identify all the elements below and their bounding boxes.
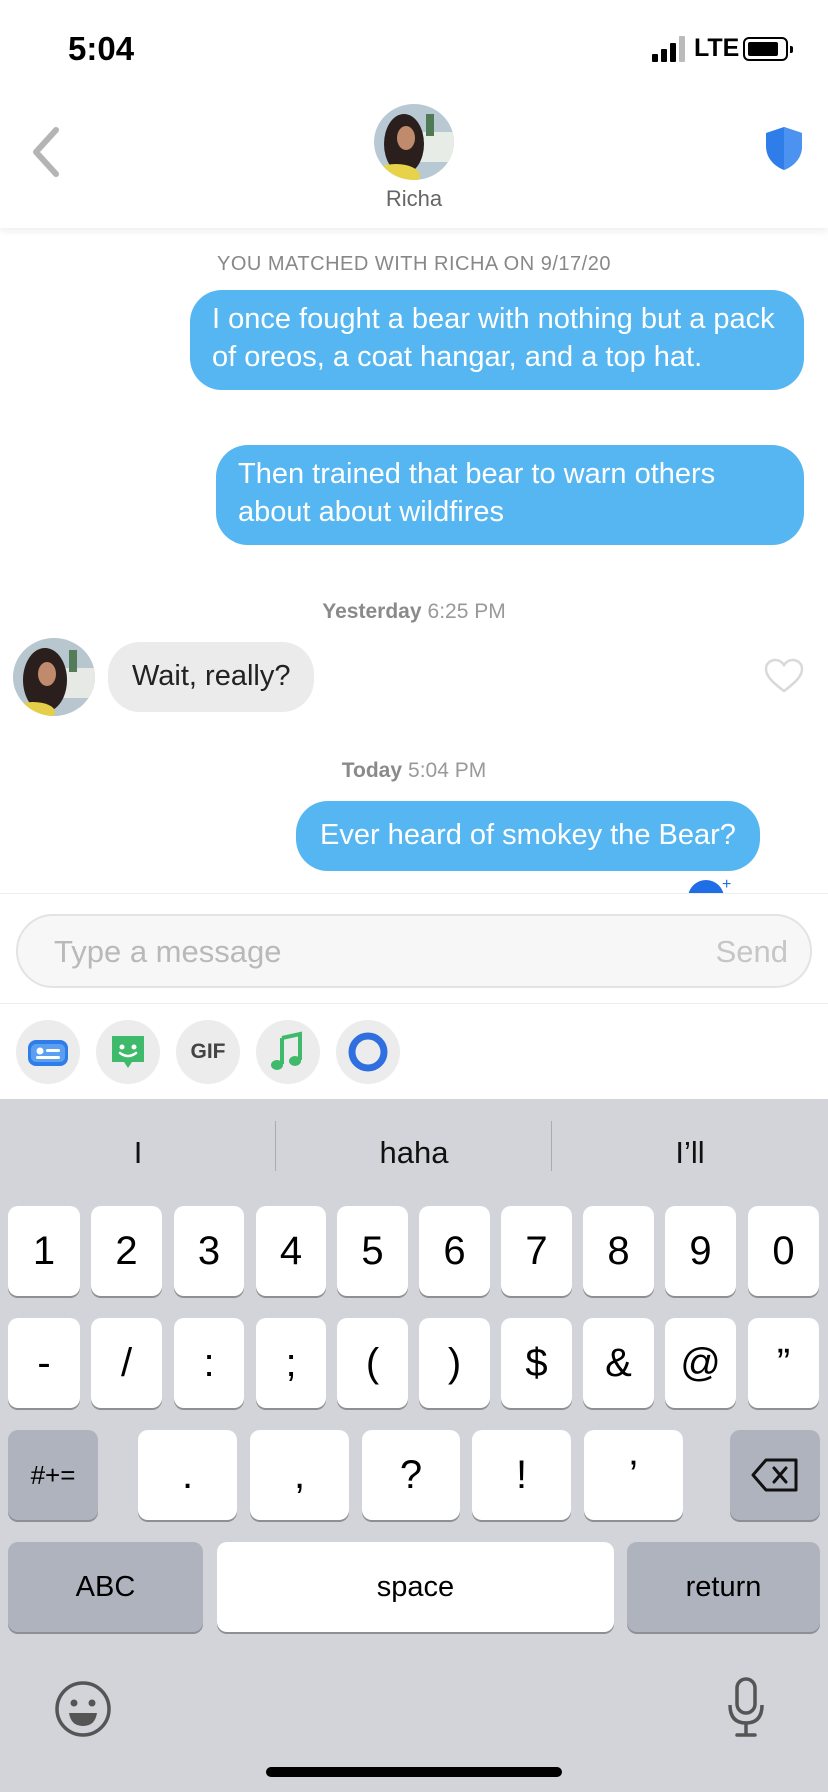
contact-card-icon (28, 1040, 68, 1066)
time-separator: Today 5:04 PM (0, 759, 828, 783)
key-comma[interactable]: , (250, 1430, 349, 1520)
message-field[interactable]: Send (16, 914, 812, 988)
sticker-icon (112, 1036, 144, 1068)
key-close-paren[interactable]: ) (419, 1318, 490, 1408)
microphone-icon[interactable] (726, 1677, 766, 1739)
header-avatar[interactable] (374, 104, 454, 180)
read-receipt-icon (688, 880, 724, 893)
heart-icon[interactable] (764, 658, 804, 694)
key-period[interactable]: . (138, 1430, 237, 1520)
key-apostrophe[interactable]: ’ (584, 1430, 683, 1520)
key-hyphen[interactable]: - (8, 1318, 80, 1408)
key-0[interactable]: 0 (748, 1206, 819, 1296)
key-colon[interactable]: : (174, 1318, 244, 1408)
key-semicolon[interactable]: ; (256, 1318, 326, 1408)
key-quote[interactable]: ” (748, 1318, 819, 1408)
read-receipt-plus-icon: + (722, 876, 732, 893)
backspace-icon (751, 1458, 798, 1492)
key-at[interactable]: @ (665, 1318, 736, 1408)
emoji-icon[interactable] (53, 1679, 113, 1739)
ring-icon (348, 1032, 388, 1072)
separator-day: Today (341, 759, 403, 782)
key-1[interactable]: 1 (8, 1206, 80, 1296)
key-5[interactable]: 5 (337, 1206, 408, 1296)
gif-button[interactable]: GIF (176, 1020, 240, 1084)
chat-thread: YOU MATCHED WITH RICHA ON 9/17/20 I once… (0, 228, 828, 893)
sender-avatar[interactable] (13, 638, 95, 716)
message-bubble-sent[interactable]: I once fought a bear with nothing but a … (190, 290, 804, 390)
separator-time: 6:25 PM (427, 600, 506, 623)
loop-button[interactable] (336, 1020, 400, 1084)
key-ampersand[interactable]: & (583, 1318, 654, 1408)
match-name[interactable]: Richa (0, 186, 828, 212)
match-banner: YOU MATCHED WITH RICHA ON 9/17/20 (217, 253, 611, 275)
key-6[interactable]: 6 (419, 1206, 490, 1296)
gif-label: GIF (190, 1040, 226, 1063)
back-arrow-icon[interactable] (26, 122, 66, 182)
delete-key[interactable] (730, 1430, 820, 1520)
key-dollar[interactable]: $ (501, 1318, 572, 1408)
key-exclamation[interactable]: ! (472, 1430, 571, 1520)
sticker-button[interactable] (96, 1020, 160, 1084)
contact-card-button[interactable] (16, 1020, 80, 1084)
message-bubble-sent[interactable]: Ever heard of smokey the Bear? (296, 801, 760, 871)
key-4[interactable]: 4 (256, 1206, 326, 1296)
suggestion-3[interactable]: I’ll (552, 1099, 828, 1207)
status-bar: 5:04 LTE (0, 0, 828, 100)
shield-icon[interactable] (762, 124, 806, 172)
message-input[interactable] (54, 932, 654, 972)
time-separator: Yesterday 6:25 PM (0, 600, 828, 624)
key-7[interactable]: 7 (501, 1206, 572, 1296)
key-2[interactable]: 2 (91, 1206, 162, 1296)
send-button[interactable]: Send (716, 934, 788, 970)
return-key[interactable]: return (627, 1542, 820, 1632)
chat-header: Richa (0, 100, 828, 228)
key-open-paren[interactable]: ( (337, 1318, 408, 1408)
signal-icon (652, 36, 688, 62)
keyboard: I haha I’ll 1 2 3 4 5 6 7 8 9 0 - / : ; … (0, 1099, 828, 1792)
suggestion-1[interactable]: I (0, 1099, 276, 1207)
key-slash[interactable]: / (91, 1318, 162, 1408)
separator-time: 5:04 PM (408, 759, 487, 782)
abc-key[interactable]: ABC (8, 1542, 203, 1632)
message-bubble-sent[interactable]: Then trained that bear to warn others ab… (216, 445, 804, 545)
music-note-icon (271, 1031, 302, 1070)
composer-tools: GIF (0, 1003, 828, 1099)
network-label: LTE (694, 34, 740, 62)
key-9[interactable]: 9 (665, 1206, 736, 1296)
music-button[interactable] (256, 1020, 320, 1084)
separator-day: Yesterday (322, 600, 422, 623)
status-time: 5:04 (68, 30, 135, 67)
space-key[interactable]: space (217, 1542, 614, 1632)
symbols-toggle-key[interactable]: #+= (8, 1430, 98, 1520)
home-indicator (266, 1767, 562, 1777)
key-3[interactable]: 3 (174, 1206, 244, 1296)
suggestion-2[interactable]: haha (276, 1099, 552, 1207)
message-bubble-received[interactable]: Wait, really? (108, 642, 315, 712)
key-question[interactable]: ? (362, 1430, 460, 1520)
battery-icon (743, 37, 793, 61)
key-8[interactable]: 8 (583, 1206, 654, 1296)
composer: Send (0, 893, 828, 1003)
